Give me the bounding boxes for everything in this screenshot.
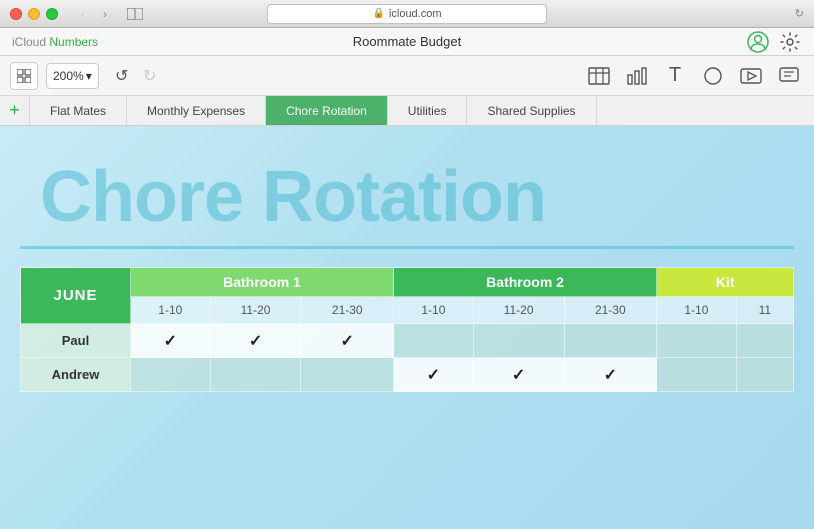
date-1-10-b2: 1-10 — [394, 297, 474, 324]
date-21-30-b1: 21-30 — [301, 297, 394, 324]
chart-icon[interactable] — [622, 62, 652, 90]
minimize-button[interactable] — [28, 8, 40, 20]
andrew-b2-11-20: ✓ — [473, 358, 564, 392]
andrew-b1-21-30 — [301, 358, 394, 392]
account-icon[interactable] — [746, 30, 770, 54]
header-bathroom2: Bathroom 2 — [394, 268, 657, 297]
sheet-view-button[interactable] — [10, 62, 38, 90]
app-title: Roommate Budget — [353, 34, 461, 49]
sheet-title: Chore Rotation — [0, 126, 814, 238]
numbers-label: Numbers — [49, 35, 98, 49]
close-button[interactable] — [10, 8, 22, 20]
tab-monthly-expenses[interactable]: Monthly Expenses — [127, 96, 266, 125]
lock-icon: 🔒 — [372, 8, 384, 19]
back-button[interactable]: ‹ — [74, 5, 92, 23]
add-tab-button[interactable]: + — [0, 96, 30, 125]
date-11-20-b2: 11-20 — [473, 297, 564, 324]
andrew-k-1-10 — [657, 358, 737, 392]
format-tools: T — [584, 62, 804, 90]
date-11-k: 11 — [736, 297, 793, 324]
tab-view-button[interactable] — [122, 5, 148, 23]
date-1-10-b1: 1-10 — [131, 297, 211, 324]
andrew-b1-11-20 — [210, 358, 301, 392]
andrew-b1-1-10 — [131, 358, 211, 392]
name-andrew: Andrew — [21, 358, 131, 392]
paul-k-11 — [736, 324, 793, 358]
forward-button[interactable]: › — [96, 5, 114, 23]
name-paul: Paul — [21, 324, 131, 358]
settings-icon[interactable] — [778, 30, 802, 54]
format-toolbar: 200% ▾ ↺ ↻ T — [0, 56, 814, 96]
header-bathroom1: Bathroom 1 — [131, 268, 394, 297]
tab-flat-mates[interactable]: Flat Mates — [30, 96, 127, 125]
paul-b1-11-20: ✓ — [210, 324, 301, 358]
date-21-30-b2: 21-30 — [564, 297, 657, 324]
undo-button[interactable]: ↺ — [109, 63, 135, 89]
comment-icon[interactable] — [774, 62, 804, 90]
app-toolbar: iCloud Numbers Roommate Budget — [0, 28, 814, 56]
andrew-b2-1-10: ✓ — [394, 358, 474, 392]
maximize-button[interactable] — [46, 8, 58, 20]
paul-k-1-10 — [657, 324, 737, 358]
andrew-k-11 — [736, 358, 793, 392]
app-name: iCloud Numbers — [12, 35, 98, 49]
zoom-label: 200% — [53, 69, 84, 83]
chore-table: JUNE Bathroom 1 Bathroom 2 Kit 1-10 11-2… — [20, 267, 794, 392]
zoom-control[interactable]: 200% ▾ — [46, 63, 99, 89]
address-text: icloud.com — [389, 8, 442, 20]
chore-table-wrapper: JUNE Bathroom 1 Bathroom 2 Kit 1-10 11-2… — [0, 257, 814, 392]
redo-button[interactable]: ↻ — [137, 63, 163, 89]
tab-chore-rotation[interactable]: Chore Rotation — [266, 96, 388, 125]
header-kitchen: Kit — [657, 268, 794, 297]
nav-arrows: ‹ › — [74, 5, 114, 23]
paul-b2-11-20 — [473, 324, 564, 358]
tab-utilities[interactable]: Utilities — [388, 96, 468, 125]
paul-b1-21-30: ✓ — [301, 324, 394, 358]
refresh-button[interactable]: ↻ — [795, 7, 804, 20]
andrew-b2-21-30: ✓ — [564, 358, 657, 392]
tab-shared-supplies[interactable]: Shared Supplies — [467, 96, 596, 125]
media-icon[interactable] — [736, 62, 766, 90]
main-content: Chore Rotation JUNE Bathroom 1 Bathroom … — [0, 126, 814, 529]
title-underline — [20, 246, 794, 249]
table-icon[interactable] — [584, 62, 614, 90]
paul-b2-21-30 — [564, 324, 657, 358]
table-row-andrew: Andrew ✓ ✓ ✓ — [21, 358, 794, 392]
title-bar: ‹ › 🔒 icloud.com ↻ — [0, 0, 814, 28]
address-bar[interactable]: 🔒 icloud.com — [267, 4, 547, 24]
window-controls — [10, 8, 58, 20]
icloud-label: iCloud — [12, 35, 46, 49]
paul-b1-1-10: ✓ — [131, 324, 211, 358]
shape-icon[interactable] — [698, 62, 728, 90]
text-icon[interactable]: T — [660, 62, 690, 90]
tabs-bar: + Flat Mates Monthly Expenses Chore Rota… — [0, 96, 814, 126]
header-month: JUNE — [21, 268, 131, 324]
zoom-arrow: ▾ — [86, 69, 92, 83]
app-toolbar-right — [746, 30, 802, 54]
date-11-20-b1: 11-20 — [210, 297, 301, 324]
table-row-paul: Paul ✓ ✓ ✓ — [21, 324, 794, 358]
paul-b2-1-10 — [394, 324, 474, 358]
undo-redo: ↺ ↻ — [109, 63, 163, 89]
date-1-10-k: 1-10 — [657, 297, 737, 324]
